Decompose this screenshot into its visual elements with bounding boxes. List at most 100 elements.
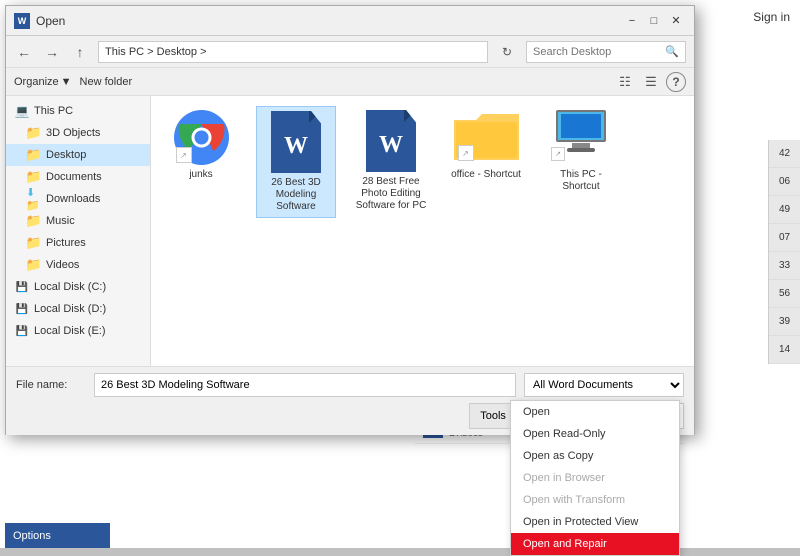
sidebar-label-music: Music xyxy=(46,215,75,227)
navigation-toolbar: ← → ↑ This PC > Desktop > ↻ 🔍 xyxy=(6,36,694,68)
sidebar-item-videos[interactable]: 📁 Videos xyxy=(6,254,150,276)
sidebar-item-local-d[interactable]: 💾 Local Disk (D:) xyxy=(6,298,150,320)
monitor-screen xyxy=(561,114,601,138)
title-controls: − □ ✕ xyxy=(622,11,686,31)
shortcut-arrow: ↗ xyxy=(176,147,192,163)
context-menu-item-transform: Open with Transform xyxy=(511,489,679,511)
minimize-button[interactable]: − xyxy=(622,11,642,31)
folder-icon-videos: 📁 xyxy=(26,257,42,273)
search-input[interactable] xyxy=(533,46,665,58)
context-menu-item-repair[interactable]: Open and Repair xyxy=(511,533,679,555)
word-fold xyxy=(309,111,321,123)
sidebar-label-downloads: Downloads xyxy=(46,193,100,205)
right-num-1: 42 xyxy=(769,140,800,168)
folder-icon-pictures: 📁 xyxy=(26,235,42,251)
close-button[interactable]: ✕ xyxy=(666,11,686,31)
restore-button[interactable]: □ xyxy=(644,11,664,31)
view-controls: ☷ ☰ ? xyxy=(614,71,686,93)
organize-label: Organize xyxy=(14,76,59,88)
sign-in-link[interactable]: Sign in xyxy=(753,10,790,24)
context-menu-item-copy[interactable]: Open as Copy xyxy=(511,445,679,467)
context-menu-item-protected[interactable]: Open in Protected View xyxy=(511,511,679,533)
sidebar-label-videos: Videos xyxy=(46,259,79,271)
sidebar-label-pictures: Pictures xyxy=(46,237,86,249)
word-fold-2 xyxy=(404,110,416,122)
title-bar: W Open − □ ✕ xyxy=(6,6,694,36)
sidebar-item-music[interactable]: 📁 Music xyxy=(6,210,150,232)
download-icon: ⬇📁 xyxy=(26,191,42,207)
refresh-button[interactable]: ↻ xyxy=(496,41,518,63)
filetype-select[interactable]: All Word Documents All Files Word Docume… xyxy=(524,373,684,397)
sidebar-item-documents[interactable]: 📁 Documents xyxy=(6,166,150,188)
search-bar[interactable]: 🔍 xyxy=(526,41,686,63)
context-menu-item-open[interactable]: Open xyxy=(511,401,679,423)
right-numbers: 42 06 49 07 33 56 39 14 xyxy=(768,140,800,364)
file-item-office-shortcut[interactable]: ↗ office - Shortcut xyxy=(446,106,526,218)
pc-shortcut-icon: ↗ xyxy=(551,110,611,165)
sidebar-label-3d: 3D Objects xyxy=(46,127,100,139)
file-label-28best: 28 Best Free Photo Editing Software for … xyxy=(355,176,427,212)
organize-toolbar: Organize ▼ New folder ☷ ☰ ? xyxy=(6,68,694,96)
monitor-base xyxy=(567,148,595,152)
search-icon: 🔍 xyxy=(665,45,679,58)
file-label-26best: 26 Best 3D Modeling Software xyxy=(261,177,331,213)
open-dialog: W Open − □ ✕ ← → ↑ This PC > Desktop > ↻… xyxy=(5,5,695,435)
file-area: ↗ junks W 26 Best 3D Modeling Software W… xyxy=(151,96,694,366)
sidebar-label-documents: Documents xyxy=(46,171,102,183)
breadcrumb[interactable]: This PC > Desktop > xyxy=(98,41,488,63)
options-bar[interactable]: Options xyxy=(5,523,110,548)
sidebar-item-downloads[interactable]: ⬇📁 Downloads xyxy=(6,188,150,210)
organize-arrow-icon: ▼ xyxy=(61,76,72,88)
sidebar-item-this-pc[interactable]: 💻 This PC xyxy=(6,100,150,122)
monitor-body xyxy=(556,110,606,142)
dialog-icon: W xyxy=(14,13,30,29)
word-file-icon-28best: W xyxy=(366,110,416,172)
sidebar-item-desktop[interactable]: 📁 Desktop xyxy=(6,144,150,166)
view-details-button[interactable]: ☰ xyxy=(640,71,662,93)
sidebar-item-local-e[interactable]: 💾 Local Disk (E:) xyxy=(6,320,150,342)
filename-label: File name: xyxy=(16,379,86,391)
open-context-menu: Open Open Read-Only Open as Copy Open in… xyxy=(510,400,680,556)
folder-icon-documents: 📁 xyxy=(26,169,42,185)
drive-icon-c: 💾 xyxy=(14,279,30,295)
tools-label: Tools xyxy=(480,410,506,422)
right-num-4: 07 xyxy=(769,224,800,252)
sidebar-label-desktop: Desktop xyxy=(46,149,86,161)
folder-icon-music: 📁 xyxy=(26,213,42,229)
up-button[interactable]: ↑ xyxy=(70,42,90,62)
filename-row: File name: All Word Documents All Files … xyxy=(16,373,684,397)
right-num-5: 33 xyxy=(769,252,800,280)
filename-input[interactable] xyxy=(94,373,516,397)
view-change-button[interactable]: ☷ xyxy=(614,71,636,93)
right-num-3: 49 xyxy=(769,196,800,224)
sidebar-item-pictures[interactable]: 📁 Pictures xyxy=(6,232,150,254)
sidebar-label-this-pc: This PC xyxy=(34,105,73,117)
forward-button[interactable]: → xyxy=(42,42,62,62)
file-label-this-pc: This PC - Shortcut xyxy=(545,169,617,193)
right-num-6: 56 xyxy=(769,280,800,308)
context-menu-item-readonly[interactable]: Open Read-Only xyxy=(511,423,679,445)
sidebar-label-local-d: Local Disk (D:) xyxy=(34,303,106,315)
word-w-letter: W xyxy=(284,133,308,160)
dialog-title: Open xyxy=(36,14,622,28)
sidebar-item-local-c[interactable]: 💾 Local Disk (C:) xyxy=(6,276,150,298)
organize-button[interactable]: Organize ▼ xyxy=(14,76,72,88)
file-item-26best[interactable]: W 26 Best 3D Modeling Software xyxy=(256,106,336,218)
file-label-junks: junks xyxy=(189,169,212,181)
file-item-28best[interactable]: W 28 Best Free Photo Editing Software fo… xyxy=(351,106,431,218)
right-num-8: 14 xyxy=(769,336,800,364)
help-button[interactable]: ? xyxy=(666,72,686,92)
file-label-office: office - Shortcut xyxy=(451,169,521,181)
sidebar-label-local-e: Local Disk (E:) xyxy=(34,325,106,337)
folder-icon-desktop: 📁 xyxy=(26,147,42,163)
sidebar-item-3d-objects[interactable]: 📁 3D Objects xyxy=(6,122,150,144)
back-button[interactable]: ← xyxy=(14,42,34,62)
shortcut-arrow-folder: ↗ xyxy=(458,145,474,161)
drive-icon-e: 💾 xyxy=(14,323,30,339)
shortcut-arrow-pc: ↗ xyxy=(551,147,565,161)
word-w-letter-2: W xyxy=(379,132,403,159)
new-folder-button[interactable]: New folder xyxy=(80,76,133,88)
context-menu-item-browser: Open in Browser xyxy=(511,467,679,489)
file-item-junks[interactable]: ↗ junks xyxy=(161,106,241,218)
file-item-this-pc-shortcut[interactable]: ↗ This PC - Shortcut xyxy=(541,106,621,218)
